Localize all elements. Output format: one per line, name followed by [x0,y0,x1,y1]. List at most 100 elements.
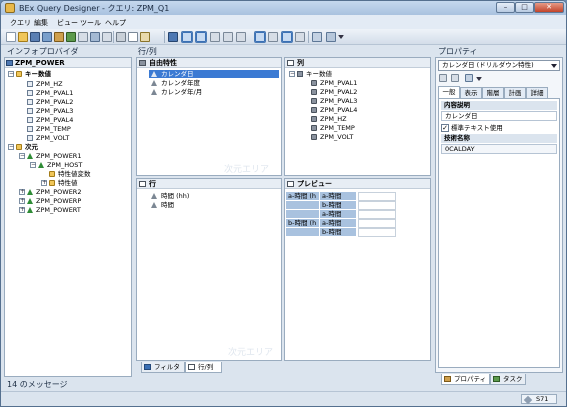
publish-icon[interactable] [90,32,100,42]
documents-pane-icon[interactable] [295,32,305,42]
variant-icon[interactable] [102,32,112,42]
messages-header[interactable]: 14 のメッセージ [4,379,432,390]
tab-advanced[interactable]: 詳細 [526,87,548,98]
tab-display[interactable]: 表示 [460,87,482,98]
maximize-button[interactable]: □ [515,2,534,13]
rows-area[interactable]: 行 時間 (hh) 時間 次元エリア [136,178,282,361]
toolbar-separator [308,31,309,43]
save-icon[interactable] [30,32,40,42]
open-icon[interactable] [18,32,28,42]
column-item[interactable]: ZPM_TEMP [311,124,355,132]
tab-hierarchy[interactable]: 階層 [482,87,504,98]
tree-folder[interactable]: 特性値 [49,179,78,187]
cut-icon[interactable] [116,32,126,42]
preview-subrow-header: a-時間 [320,192,357,201]
properties-icon[interactable] [54,32,64,42]
collapse-toggle[interactable]: − [19,153,25,159]
infoprovider-icon[interactable] [168,32,178,42]
tools-icon[interactable] [326,32,336,42]
dimension-icon [27,198,33,204]
menu-edit[interactable]: 編集 [34,18,48,28]
tab-properties[interactable]: プロパティ [441,374,490,385]
columns-area[interactable]: 列 − キー数値 ZPM_PVAL1 ZPM_PVAL2 ZPM_PVAL3 Z… [284,57,431,176]
tree-dim-folder[interactable]: 次元 [16,143,38,151]
menu-query[interactable]: クエリ [10,18,31,28]
cells-icon[interactable] [210,32,220,42]
properties-object-dropdown[interactable]: カレンダ日 (ドリルダウン特性) [438,60,560,71]
preview-row-header: b-時間 (h [286,219,320,228]
tree-dimension[interactable]: ZPM_POWERT [27,206,81,214]
check-icon[interactable] [78,32,88,42]
column-item[interactable]: ZPM_PVAL1 [311,79,357,87]
tab-planning[interactable]: 計画 [504,87,526,98]
tree-keyfig-item[interactable]: ZPM_PVAL1 [27,89,73,97]
collapse-dim-toggle[interactable]: − [8,144,14,150]
conditions-icon[interactable] [223,32,233,42]
column-item[interactable]: ZPM_VOLT [311,133,353,141]
tree-keyfig-folder[interactable]: キー数値 [16,70,51,78]
tree-keyfig-item[interactable]: ZPM_TEMP [27,125,71,133]
tab-rows-columns[interactable]: 行/列 [185,362,222,373]
properties-pane-icon[interactable] [254,31,266,43]
column-item[interactable]: ZPM_PVAL4 [311,106,357,114]
exceptions-icon[interactable] [236,32,246,42]
row-item[interactable]: 時間 [149,201,174,209]
tree-keyfig-item[interactable]: ZPM_HZ [27,80,63,88]
tree-keyfig-item[interactable]: ZPM_PVAL2 [27,98,73,106]
row-item[interactable]: 時間 (hh) [149,192,189,200]
save-all-icon[interactable] [42,32,52,42]
tree-folder[interactable]: 特性値変数 [49,170,91,178]
close-button[interactable]: ✕ [534,2,564,13]
standard-text-checkbox[interactable]: ✓ [441,124,449,132]
new-icon[interactable] [6,32,16,42]
menu-help[interactable]: ヘルプ [105,18,126,28]
tree-keyfig-item[interactable]: ZPM_PVAL3 [27,107,73,115]
keyfigure-icon [311,107,317,113]
minimize-button[interactable]: – [496,2,515,13]
tasks-pane-icon[interactable] [268,32,278,42]
provider-name: ZPM_POWER [15,59,65,67]
tree-keyfig-item[interactable]: ZPM_PVAL4 [27,116,73,124]
column-folder[interactable]: キー数値 [297,70,332,78]
tab-tasks[interactable]: タスク [490,374,526,385]
dimension-icon [27,153,33,159]
description-field[interactable]: カレンダ日 [441,111,557,121]
collapse-toggle[interactable]: − [289,71,295,77]
free-characteristics-area[interactable]: 自由特性 カレンダ日 カレンダ年度 カレンダ年/月 次元エリア [136,57,282,176]
free-char-item-selected[interactable]: カレンダ日 [149,70,279,78]
collapse-keyfig-toggle[interactable]: − [8,71,14,77]
tree-dimension[interactable]: ZPM_POWER1 [27,152,81,160]
collapse-toggle[interactable]: − [30,162,36,168]
system-id: S71 [536,395,549,403]
column-item[interactable]: ZPM_PVAL3 [311,97,357,105]
free-char-item[interactable]: カレンダ年度 [149,79,200,87]
menu-tools[interactable]: ツール [80,18,101,28]
tab-general[interactable]: 一般 [438,86,460,98]
expand-toggle[interactable]: + [41,180,47,186]
save-icon[interactable] [451,74,459,82]
expand-toggle[interactable]: + [19,207,25,213]
column-item[interactable]: ZPM_PVAL2 [311,88,357,96]
column-item[interactable]: ZPM_HZ [311,115,347,123]
messages-pane-icon[interactable] [281,31,293,43]
tree-dimension[interactable]: ZPM_POWER2 [27,188,81,196]
chevron-down-icon[interactable] [338,35,344,40]
rows-columns-icon[interactable] [195,31,207,43]
expand-toggle[interactable]: + [19,198,25,204]
edit-icon[interactable] [439,74,447,82]
menu-view[interactable]: ビュー [57,18,78,28]
tree-dimension[interactable]: ZPM_POWERP [27,197,81,205]
copy-icon[interactable] [128,32,138,42]
chevron-down-icon[interactable] [476,77,482,81]
execute-icon[interactable] [66,32,76,42]
paste-icon[interactable] [140,32,150,42]
where-used-icon[interactable] [312,32,322,42]
expand-toggle[interactable]: + [19,189,25,195]
properties-panel: カレンダ日 (ドリルダウン特性) 一般 表示 階層 計画 詳細 内容説明 カレン… [435,57,563,373]
tools-icon[interactable] [465,74,473,82]
tab-filter[interactable]: フィルタ [141,362,185,373]
free-char-item[interactable]: カレンダ年/月 [149,88,202,96]
tree-keyfig-item[interactable]: ZPM_VOLT [27,134,69,142]
tree-characteristic[interactable]: ZPM_HOST [38,161,82,169]
filter-icon[interactable] [181,31,193,43]
